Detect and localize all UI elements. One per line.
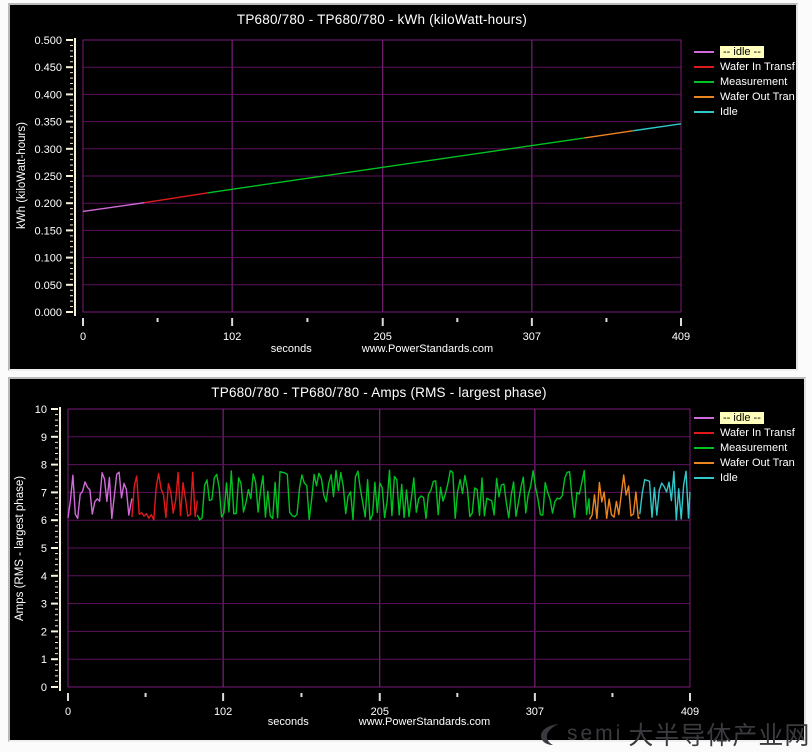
- semi-chinese-text: 大半导体产业网: [628, 716, 810, 752]
- svg-text:409: 409: [672, 331, 690, 343]
- wafer-out-line-swatch: [694, 96, 714, 98]
- semi-brand-text: semi: [567, 722, 623, 746]
- svg-text:1: 1: [41, 654, 47, 666]
- semi-logo-icon: [536, 721, 562, 747]
- power-monitor-screen: { "colors": { "panel_bg": "#000000", "gr…: [0, 0, 812, 752]
- amps-chart-panel: 0123456789100102205307409 TP680/780 - TP…: [8, 377, 806, 742]
- legend-item-idle-end: Idle: [694, 472, 795, 484]
- svg-text:0.250: 0.250: [34, 171, 62, 183]
- svg-text:0.300: 0.300: [34, 144, 62, 156]
- legend-label: Wafer Out Tran: [720, 457, 795, 469]
- idle-end-line-swatch: [694, 111, 714, 113]
- wafer-in-line-swatch: [694, 432, 714, 434]
- legend-item-idle-start: -- idle --: [694, 46, 795, 58]
- svg-text:102: 102: [223, 331, 241, 343]
- legend-label: Measurement: [720, 76, 787, 88]
- svg-text:205: 205: [374, 331, 392, 343]
- legend-item-wafer-in: Wafer In Transf: [694, 61, 795, 73]
- kwh-y-axis-label: kWh (kiloWatt-hours): [14, 40, 30, 312]
- legend-item-idle-end: Idle: [694, 106, 795, 118]
- legend-label: Wafer Out Tran: [720, 91, 795, 103]
- kwh-chart-title: TP680/780 - TP680/780 - kWh (kiloWatt-ho…: [83, 12, 681, 27]
- idle-end-line-swatch: [694, 477, 714, 479]
- svg-text:9: 9: [41, 432, 47, 444]
- kwh-plot: 0.000 0.050 0.100 0.150 0.200 0.250 0.300 0.350…: [10, 5, 796, 369]
- legend-label: Idle: [720, 472, 738, 484]
- legend-item-idle-start: -- idle --: [694, 412, 795, 424]
- legend-label: Measurement: [720, 442, 787, 454]
- svg-text:0.050: 0.050: [34, 280, 62, 292]
- kwh-x-axis-unit-label: seconds: [271, 343, 312, 355]
- amps-x-axis-unit-label: seconds: [268, 716, 309, 728]
- legend-item-wafer-in: Wafer In Transf: [694, 427, 795, 439]
- legend-label: Wafer In Transf: [720, 427, 795, 439]
- kwh-chart-panel: 0.000 0.050 0.100 0.150 0.200 0.250 0.300 0.350…: [8, 3, 798, 371]
- svg-text:0: 0: [80, 331, 86, 343]
- svg-text:0.500: 0.500: [34, 35, 62, 47]
- kwh-legend: -- idle -- Wafer In Transf Measurement W…: [694, 46, 795, 118]
- idle-start-line-swatch: [694, 51, 714, 53]
- svg-text:5: 5: [41, 543, 47, 555]
- amps-legend: -- idle -- Wafer In Transf Measurement W…: [694, 412, 795, 484]
- svg-text:0.100: 0.100: [34, 253, 62, 265]
- powerstandards-url: www.PowerStandards.com: [359, 716, 490, 728]
- legend-label: -- idle --: [720, 46, 764, 58]
- svg-text:0.000: 0.000: [34, 307, 62, 319]
- svg-text:0.350: 0.350: [34, 117, 62, 129]
- idle-start-line-swatch: [694, 417, 714, 419]
- svg-text:4: 4: [41, 571, 47, 583]
- legend-label: Wafer In Transf: [720, 61, 795, 73]
- amps-y-axis-label: Amps (RMS - largest phase): [12, 409, 28, 687]
- measurement-line-swatch: [694, 81, 714, 83]
- amps-plot: 0123456789100102205307409: [10, 379, 804, 740]
- svg-text:10: 10: [35, 404, 47, 416]
- legend-item-measurement: Measurement: [694, 442, 795, 454]
- svg-text:0.150: 0.150: [34, 225, 62, 237]
- amps-chart-title: TP680/780 - TP680/780 - Amps (RMS - larg…: [68, 385, 690, 400]
- svg-text:7: 7: [41, 487, 47, 499]
- legend-item-wafer-out: Wafer Out Tran: [694, 91, 795, 103]
- wafer-in-line-swatch: [694, 66, 714, 68]
- svg-text:0.400: 0.400: [34, 89, 62, 101]
- svg-text:0.450: 0.450: [34, 62, 62, 74]
- wafer-out-line-swatch: [694, 462, 714, 464]
- kwh-footer: seconds www.PowerStandards.com: [83, 343, 681, 355]
- legend-item-wafer-out: Wafer Out Tran: [694, 457, 795, 469]
- svg-text:0: 0: [41, 682, 47, 694]
- measurement-line-swatch: [694, 447, 714, 449]
- legend-item-measurement: Measurement: [694, 76, 795, 88]
- svg-text:6: 6: [41, 515, 47, 527]
- powerstandards-url: www.PowerStandards.com: [362, 343, 493, 355]
- svg-text:3: 3: [41, 599, 47, 611]
- svg-text:2: 2: [41, 626, 47, 638]
- legend-label: Idle: [720, 106, 738, 118]
- legend-label: -- idle --: [720, 412, 764, 424]
- semi-watermark: semi 大半导体产业网: [536, 716, 810, 752]
- svg-text:0.200: 0.200: [34, 198, 62, 210]
- svg-text:307: 307: [523, 331, 541, 343]
- svg-text:8: 8: [41, 460, 47, 472]
